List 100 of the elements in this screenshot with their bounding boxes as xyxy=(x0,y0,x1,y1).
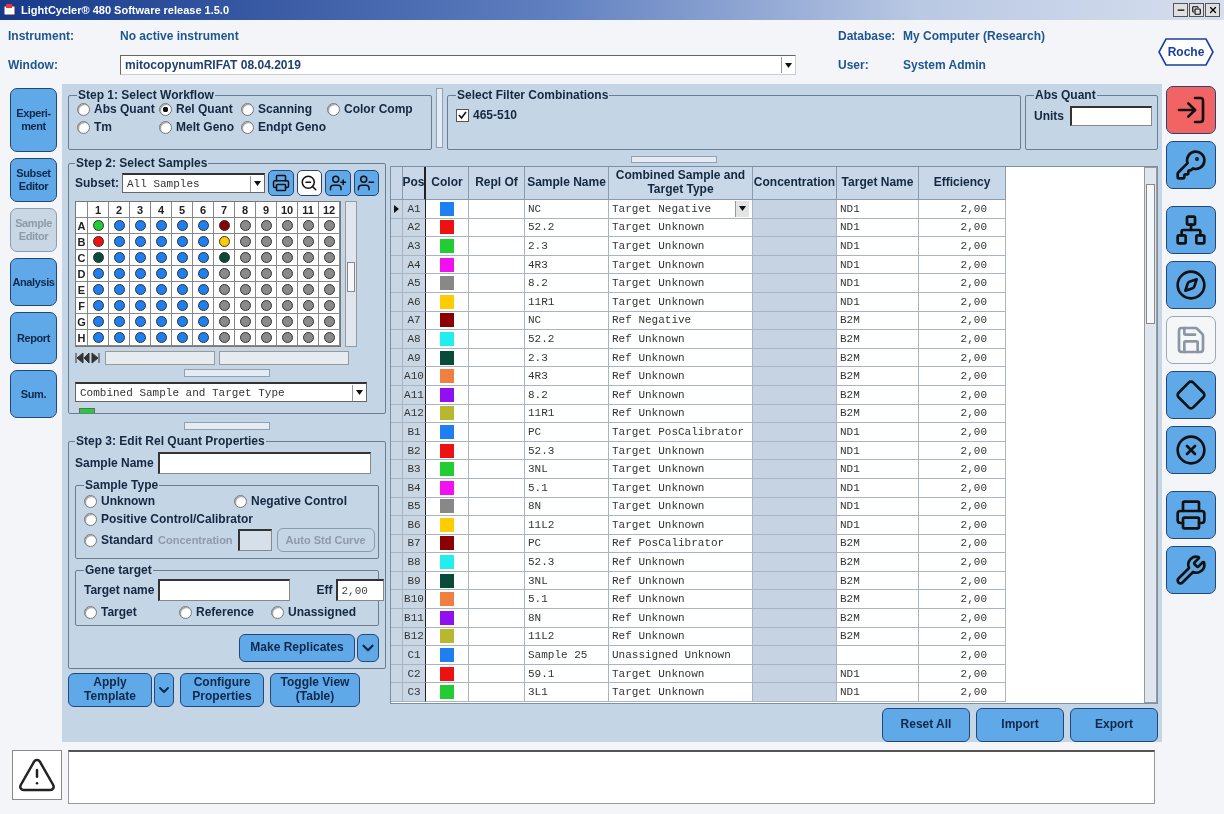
row-header[interactable]: H xyxy=(76,330,88,346)
sample-name-field[interactable] xyxy=(157,452,371,474)
well[interactable] xyxy=(302,252,314,263)
well[interactable] xyxy=(281,236,293,247)
radio-button[interactable]: Endpt Geno xyxy=(241,120,327,134)
well[interactable] xyxy=(155,236,167,247)
well[interactable] xyxy=(134,284,146,295)
splitter-handle[interactable] xyxy=(631,156,717,163)
column-header[interactable]: 6 xyxy=(193,202,214,218)
key-button[interactable] xyxy=(1166,141,1216,189)
well[interactable] xyxy=(197,268,209,279)
row-header[interactable]: G xyxy=(76,314,88,330)
row-selector[interactable] xyxy=(391,200,403,219)
well[interactable] xyxy=(92,236,104,247)
column-header[interactable]: Target Name xyxy=(837,167,919,200)
column-header[interactable]: 9 xyxy=(256,202,277,218)
well[interactable] xyxy=(302,236,314,247)
column-header[interactable]: Pos xyxy=(403,167,426,200)
well[interactable] xyxy=(260,316,272,327)
column-header[interactable]: 10 xyxy=(277,202,298,218)
nav-button[interactable]: Sum. xyxy=(10,370,57,418)
action-button[interactable]: Configure Properties xyxy=(180,673,264,707)
well[interactable] xyxy=(218,332,230,343)
well[interactable] xyxy=(239,300,251,311)
action-button[interactable]: Import xyxy=(976,708,1064,742)
well[interactable] xyxy=(218,252,230,263)
well[interactable] xyxy=(113,316,125,327)
well[interactable] xyxy=(197,236,209,247)
network-button[interactable] xyxy=(1166,206,1216,254)
column-header[interactable]: 12 xyxy=(319,202,340,218)
well[interactable] xyxy=(113,220,125,231)
well[interactable] xyxy=(197,316,209,327)
horizontal-scrollbar[interactable] xyxy=(105,351,215,365)
nav-button[interactable]: Report xyxy=(10,312,57,364)
replicates-menu-button[interactable] xyxy=(357,634,379,662)
well[interactable] xyxy=(134,252,146,263)
column-header[interactable]: 2 xyxy=(109,202,130,218)
well[interactable] xyxy=(92,300,104,311)
template-menu-button[interactable] xyxy=(154,673,174,707)
well[interactable] xyxy=(302,332,314,343)
radio-button[interactable]: Abs Quant xyxy=(77,102,159,116)
navigate-button[interactable] xyxy=(1166,371,1216,419)
well[interactable] xyxy=(176,300,188,311)
row-header[interactable]: D xyxy=(76,266,88,282)
well[interactable] xyxy=(197,332,209,343)
warning-button[interactable] xyxy=(12,750,62,800)
radio-button[interactable]: Unassigned xyxy=(271,605,370,619)
add-user-button[interactable] xyxy=(325,170,351,196)
well[interactable] xyxy=(155,252,167,263)
well[interactable] xyxy=(260,332,272,343)
well[interactable] xyxy=(113,284,125,295)
well[interactable] xyxy=(197,252,209,263)
print-button[interactable] xyxy=(1166,491,1216,539)
well[interactable] xyxy=(155,332,167,343)
print-button[interactable] xyxy=(268,170,294,196)
units-field[interactable] xyxy=(1070,106,1152,126)
row-header[interactable]: F xyxy=(76,298,88,314)
vertical-scrollbar[interactable] xyxy=(345,201,357,347)
well[interactable] xyxy=(176,284,188,295)
well[interactable] xyxy=(113,236,125,247)
well[interactable] xyxy=(239,220,251,231)
column-header[interactable]: Repl Of xyxy=(469,167,525,200)
well[interactable] xyxy=(260,220,272,231)
radio-button[interactable]: Standard xyxy=(84,533,153,547)
well[interactable] xyxy=(176,236,188,247)
well[interactable] xyxy=(218,284,230,295)
subset-dropdown[interactable]: All Samples xyxy=(122,173,266,193)
row-header[interactable]: C xyxy=(76,250,88,266)
well[interactable] xyxy=(302,284,314,295)
well[interactable] xyxy=(197,300,209,311)
well[interactable] xyxy=(176,268,188,279)
well[interactable] xyxy=(92,252,104,263)
scrollbar-thumb[interactable] xyxy=(1146,184,1155,324)
column-header[interactable]: 5 xyxy=(172,202,193,218)
well[interactable] xyxy=(92,284,104,295)
well[interactable] xyxy=(113,268,125,279)
row-header[interactable]: A xyxy=(76,218,88,234)
zoom-out-button[interactable] xyxy=(296,170,322,196)
remove-user-button[interactable] xyxy=(353,170,379,196)
well[interactable] xyxy=(218,268,230,279)
radio-button[interactable]: Color Comp xyxy=(327,102,423,116)
well[interactable] xyxy=(92,316,104,327)
action-button[interactable]: Apply Template xyxy=(68,673,152,707)
column-header[interactable]: 1 xyxy=(88,202,109,218)
radio-button[interactable]: Reference xyxy=(179,605,271,619)
well[interactable] xyxy=(176,332,188,343)
radio-button[interactable]: Rel Quant xyxy=(159,102,241,116)
compass-button[interactable] xyxy=(1166,261,1216,309)
restore-button[interactable] xyxy=(1189,3,1204,17)
radio-button[interactable]: Melt Geno xyxy=(159,120,241,134)
column-header[interactable]: Sample Name xyxy=(525,167,609,200)
target-name-field[interactable] xyxy=(158,579,291,601)
exit-button[interactable] xyxy=(1166,86,1216,134)
scrollbar-thumb[interactable] xyxy=(347,262,355,292)
radio-button[interactable]: Tm xyxy=(77,120,159,134)
well[interactable] xyxy=(92,220,104,231)
tools-button[interactable] xyxy=(1166,546,1216,594)
well[interactable] xyxy=(323,284,335,295)
splitter-handle[interactable] xyxy=(184,422,270,430)
column-header[interactable]: 11 xyxy=(298,202,319,218)
